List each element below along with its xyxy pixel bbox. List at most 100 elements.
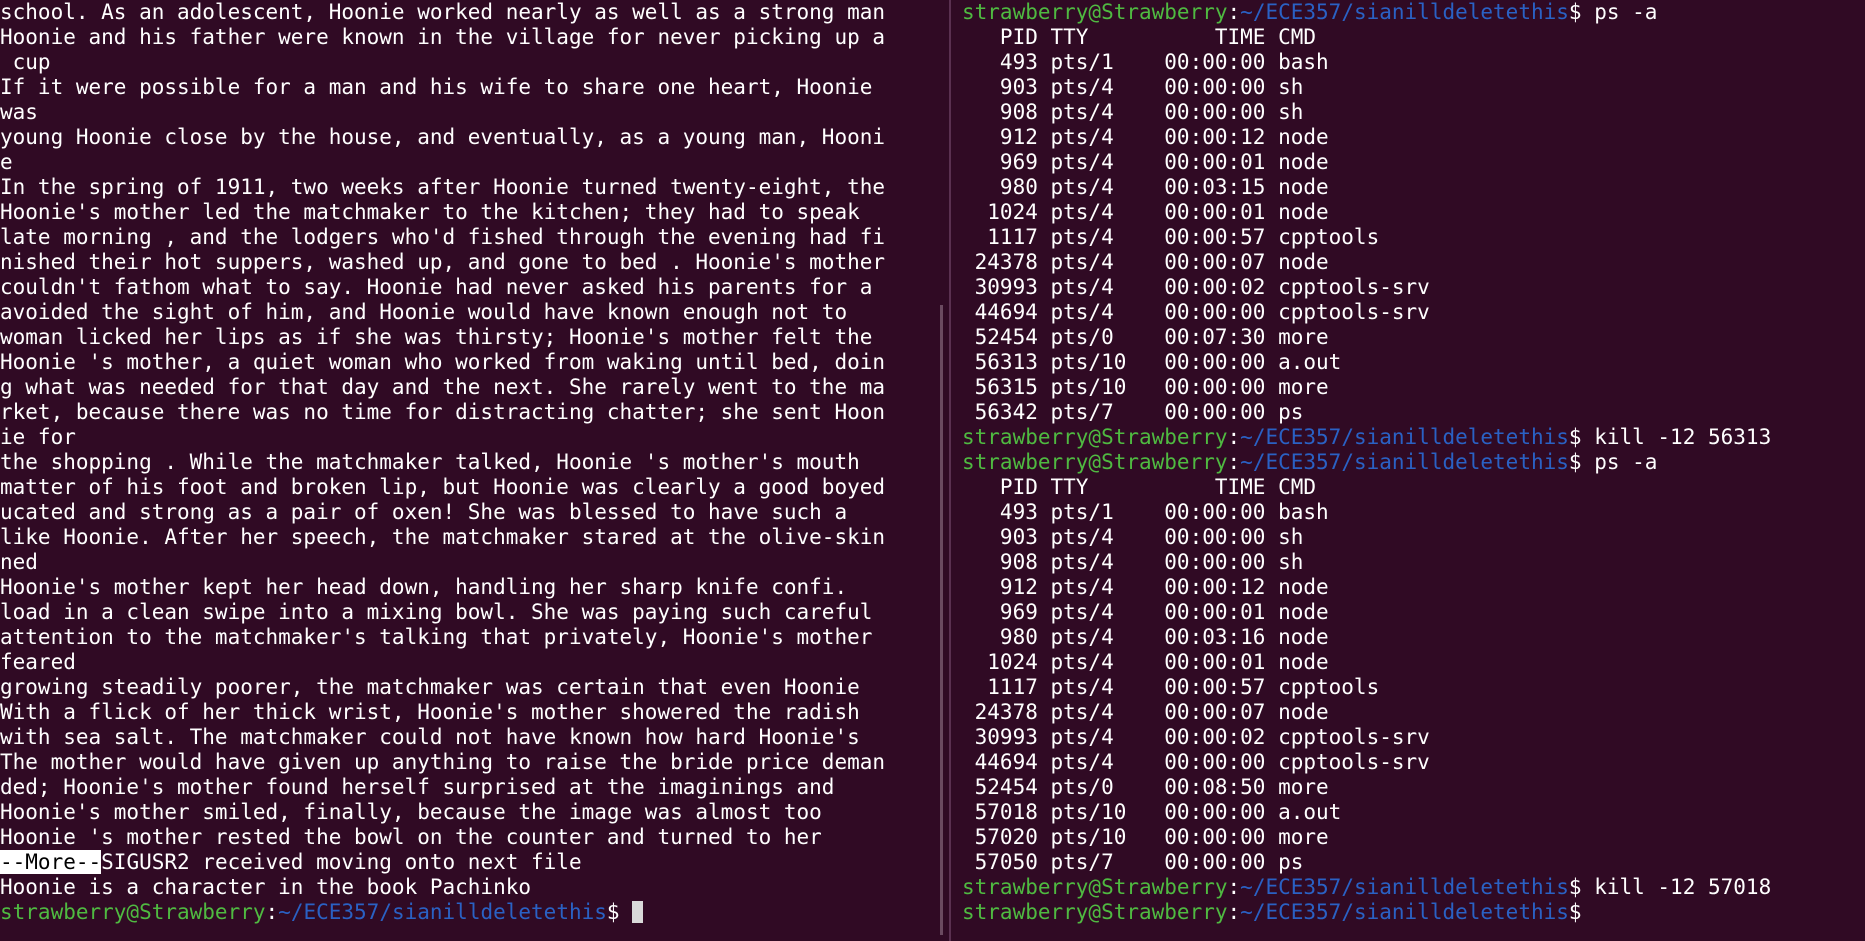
signal-message: SIGUSR2 received moving onto next file: [101, 850, 582, 874]
ps-row: 903 pts/4 00:00:00 sh: [962, 525, 1304, 549]
output-line: The mother would have given up anything …: [0, 750, 886, 774]
ps-row: 56313 pts/10 00:00:00 a.out: [962, 350, 1342, 374]
prompt-symbol: $: [1568, 875, 1595, 899]
output-line: the shopping . While the matchmaker talk…: [0, 450, 860, 474]
output-line: ucated and strong as a pair of oxen! She…: [0, 500, 848, 524]
ps-row: 908 pts/4 00:00:00 sh: [962, 100, 1304, 124]
output-line: In the spring of 1911, two weeks after H…: [0, 175, 886, 199]
output-line: ded; Hoonie's mother found herself surpr…: [0, 775, 835, 799]
output-line: rket, because there was no time for dist…: [0, 400, 886, 424]
output-line: Hoonie's mother kept her head down, hand…: [0, 575, 848, 599]
prompt-user: strawberry@Strawberry: [962, 900, 1228, 924]
more-prompt: --More--: [0, 850, 102, 874]
prompt-user: strawberry@Strawberry: [962, 425, 1228, 449]
command-text: ps -a: [1594, 450, 1658, 474]
ps-row: 1117 pts/4 00:00:57 cpptools: [962, 225, 1380, 249]
prompt-user: strawberry@Strawberry: [0, 900, 266, 924]
command-line-kill-2: strawberry@Strawberry:~/ECE357/sianillde…: [962, 875, 1865, 900]
command-line-ps-1: strawberry@Strawberry:~/ECE357/sianillde…: [962, 0, 1865, 25]
ps-row: 57018 pts/10 00:00:00 a.out: [962, 800, 1342, 824]
prompt-path: ~/ECE357/sianilldeletethis: [1240, 425, 1569, 449]
ps-row: 52454 pts/0 00:07:30 more: [962, 325, 1329, 349]
ps-row: 57050 pts/7 00:00:00 ps: [962, 850, 1304, 874]
prompt-user: strawberry@Strawberry: [962, 875, 1228, 899]
prompt-separator: :: [1227, 875, 1241, 899]
output-line: Hoonie's mother smiled, finally, because…: [0, 800, 822, 824]
pane-divider[interactable]: [949, 0, 951, 941]
ps-row: 912 pts/4 00:00:12 node: [962, 125, 1329, 149]
command-text: ps -a: [1594, 0, 1658, 24]
prompt-symbol: $: [1568, 450, 1595, 474]
ps-row: 493 pts/1 00:00:00 bash: [962, 50, 1329, 74]
output-line: Hoonie 's mother, a quiet woman who work…: [0, 350, 886, 374]
left-scrollbar[interactable]: [940, 305, 943, 935]
ps-header: PID TTY TIME CMD: [962, 475, 1317, 499]
output-line: ie for: [0, 425, 76, 449]
prompt-user: strawberry@Strawberry: [962, 0, 1228, 24]
command-text: kill -12 57018: [1594, 875, 1772, 899]
output-line: attention to the matchmaker's talking th…: [0, 625, 873, 649]
prompt-separator: :: [1227, 0, 1241, 24]
ps-row: 52454 pts/0 00:08:50 more: [962, 775, 1329, 799]
output-line: With a flick of her thick wrist, Hoonie'…: [0, 700, 860, 724]
ps-row: 44694 pts/4 00:00:00 cpptools-srv: [962, 750, 1430, 774]
prompt-symbol: $: [1568, 425, 1595, 449]
output-line: young Hoonie close by the house, and eve…: [0, 125, 886, 149]
output-line: avoided the sight of him, and Hoonie wou…: [0, 300, 848, 324]
output-line: school. As an adolescent, Hoonie worked …: [0, 0, 886, 24]
output-line: growing steadily poorer, the matchmaker …: [0, 675, 860, 699]
output-line: nished their hot suppers, washed up, and…: [0, 250, 886, 274]
ps-row: 1117 pts/4 00:00:57 cpptools: [962, 675, 1380, 699]
right-prompt-line[interactable]: strawberry@Strawberry:~/ECE357/sianillde…: [962, 900, 1865, 925]
ps-row: 56315 pts/10 00:00:00 more: [962, 375, 1329, 399]
output-line: e: [0, 150, 13, 174]
ps-row: 912 pts/4 00:00:12 node: [962, 575, 1329, 599]
output-line: was: [0, 100, 38, 124]
ps-row: 44694 pts/4 00:00:00 cpptools-srv: [962, 300, 1430, 324]
ps-row: 969 pts/4 00:00:01 node: [962, 150, 1329, 174]
ps-row: 30993 pts/4 00:00:02 cpptools-srv: [962, 725, 1430, 749]
prompt-path: ~/ECE357/sianilldeletethis: [1240, 900, 1569, 924]
ps-output-2: 493 pts/1 00:00:00 bash 903 pts/4 00:00:…: [962, 500, 1865, 875]
prompt-path: ~/ECE357/sianilldeletethis: [1240, 875, 1569, 899]
prompt-symbol: $: [1568, 0, 1595, 24]
output-line: matter of his foot and broken lip, but H…: [0, 475, 886, 499]
prompt-symbol: $: [606, 900, 633, 924]
output-line: If it were possible for a man and his wi…: [0, 75, 873, 99]
prompt-separator: :: [1227, 900, 1241, 924]
command-text: kill -12 56313: [1594, 425, 1772, 449]
output-line: g what was needed for that day and the n…: [0, 375, 886, 399]
output-line: like Hoonie. After her speech, the match…: [0, 525, 886, 549]
output-line: feared: [0, 650, 76, 674]
ps-row: 493 pts/1 00:00:00 bash: [962, 500, 1329, 524]
ps-row: 969 pts/4 00:00:01 node: [962, 600, 1329, 624]
left-prompt-line[interactable]: strawberry@Strawberry:~/ECE357/sianillde…: [0, 900, 950, 925]
left-terminal-pane[interactable]: school. As an adolescent, Hoonie worked …: [0, 0, 950, 941]
output-line: cup: [0, 50, 51, 74]
output-line: Hoonie and his father were known in the …: [0, 25, 886, 49]
ps-row: 903 pts/4 00:00:00 sh: [962, 75, 1304, 99]
prompt-user: strawberry@Strawberry: [962, 450, 1228, 474]
command-line-ps-2: strawberry@Strawberry:~/ECE357/sianillde…: [962, 450, 1865, 475]
prompt-path: ~/ECE357/sianilldeletethis: [1240, 450, 1569, 474]
ps-row: 1024 pts/4 00:00:01 node: [962, 650, 1329, 674]
ps-row: 56342 pts/7 00:00:00 ps: [962, 400, 1304, 424]
ps-header: PID TTY TIME CMD: [962, 25, 1317, 49]
prompt-symbol: $: [1568, 900, 1595, 924]
output-line: woman licked her lips as if she was thir…: [0, 325, 873, 349]
ps-output-1: 493 pts/1 00:00:00 bash 903 pts/4 00:00:…: [962, 50, 1865, 425]
output-line: Hoonie 's mother rested the bowl on the …: [0, 825, 822, 849]
prompt-separator: :: [265, 900, 279, 924]
output-line: with sea salt. The matchmaker could not …: [0, 725, 860, 749]
command-line-kill-1: strawberry@Strawberry:~/ECE357/sianillde…: [962, 425, 1865, 450]
ps-row: 1024 pts/4 00:00:01 node: [962, 200, 1329, 224]
prompt-separator: :: [1227, 450, 1241, 474]
ps-row: 30993 pts/4 00:00:02 cpptools-srv: [962, 275, 1430, 299]
more-output-text: school. As an adolescent, Hoonie worked …: [0, 0, 950, 850]
ps-row: 24378 pts/4 00:00:07 node: [962, 700, 1329, 724]
output-line: couldn't fathom what to say. Hoonie had …: [0, 275, 873, 299]
right-terminal-pane[interactable]: strawberry@Strawberry:~/ECE357/sianillde…: [962, 0, 1865, 941]
ps-row: 57020 pts/10 00:00:00 more: [962, 825, 1329, 849]
output-line: Hoonie's mother led the matchmaker to th…: [0, 200, 860, 224]
ps-row: 980 pts/4 00:03:16 node: [962, 625, 1329, 649]
